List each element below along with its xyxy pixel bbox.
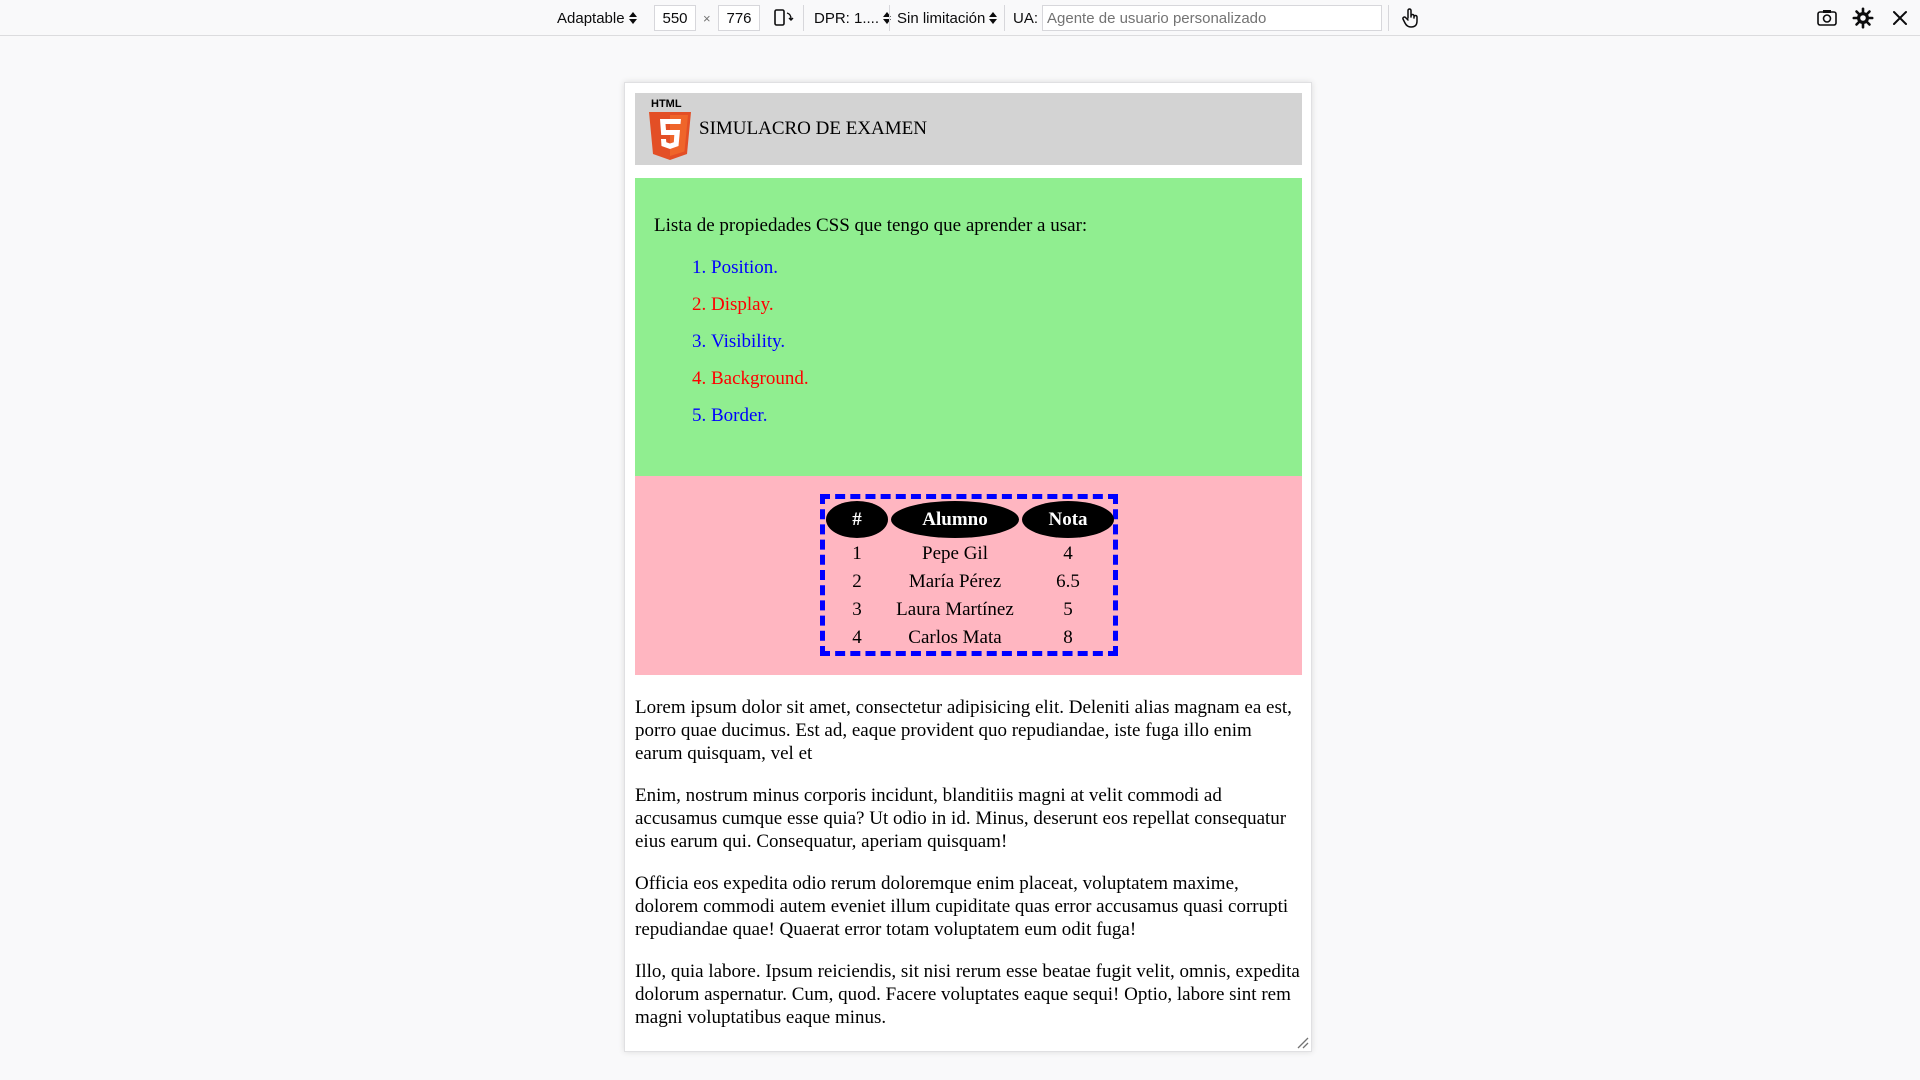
table-header-grade: Nota — [1022, 501, 1114, 538]
paragraph: Illo, quia labore. Ipsum reiciendis, sit… — [635, 961, 1300, 1028]
page-header: HTML SIMULACRO DE EXAMEN — [635, 93, 1302, 165]
list-item: Visibility. — [711, 332, 1302, 369]
touch-icon — [1402, 8, 1418, 28]
list-item: Display. — [711, 295, 1302, 332]
table-cell: 3 — [852, 599, 862, 620]
close-responsive-button[interactable] — [1888, 6, 1912, 30]
resize-handle-icon[interactable] — [1295, 1035, 1309, 1049]
ua-label: UA: — [1013, 9, 1039, 27]
viewport-width-input[interactable] — [654, 5, 696, 31]
list-intro: Lista de propiedades CSS que tengo que a… — [654, 215, 1088, 236]
throttling-selector-label: Sin limitación — [897, 9, 986, 27]
paragraph: Lorem ipsum dolor sit amet, consectetur … — [635, 697, 1292, 764]
updown-icon — [989, 12, 998, 24]
viewport-height-input[interactable] — [718, 5, 760, 31]
settings-icon — [1852, 7, 1874, 29]
page-content: HTML SIMULACRO DE EXAMEN Lista de propie… — [635, 93, 1302, 1029]
table-header-number: # — [826, 501, 888, 538]
table-cell: Pepe Gil — [922, 543, 988, 564]
throttling-selector[interactable]: Sin limitación — [897, 0, 998, 36]
device-selector-label: Adaptable — [557, 9, 625, 27]
table-cell: 1 — [852, 543, 862, 564]
students-section: # Alumno Nota 1 Pepe Gil 4 2 María Pérez… — [635, 476, 1302, 675]
screenshot-icon — [1817, 10, 1837, 26]
dpr-selector[interactable]: DPR: 1.... — [814, 0, 892, 36]
table-cell: 6.5 — [1056, 571, 1080, 592]
logo-text: HTML — [651, 98, 682, 110]
screenshot-button[interactable] — [1815, 6, 1839, 30]
table-cell: Carlos Mata — [908, 627, 1002, 648]
table-cell: 2 — [852, 571, 862, 592]
device-selector[interactable]: Adaptable — [557, 0, 637, 36]
paragraph: Officia eos expedita odio rerum doloremq… — [635, 873, 1289, 940]
dimension-separator: × — [703, 10, 711, 26]
rotate-viewport-button[interactable] — [771, 6, 795, 30]
user-agent-input[interactable] — [1042, 5, 1383, 31]
students-table: # Alumno Nota 1 Pepe Gil 4 2 María Pérez… — [820, 494, 1118, 656]
html5-logo: HTML — [649, 98, 691, 160]
responsive-toolbar: Adaptable × DPR: 1.... Sin limitación UA… — [0, 0, 1920, 36]
updown-icon — [628, 12, 637, 24]
list-item: Position. — [711, 258, 1302, 295]
table-cell: 5 — [1063, 599, 1073, 620]
paragraph: Enim, nostrum minus corporis incidunt, b… — [635, 785, 1287, 852]
css-properties-section: Lista de propiedades CSS que tengo que a… — [635, 178, 1302, 476]
table-cell: 8 — [1063, 627, 1073, 648]
table-cell: Laura Martínez — [896, 599, 1014, 620]
table-cell: 4 — [852, 627, 862, 648]
touch-simulation-button[interactable] — [1399, 6, 1423, 30]
table-cell: María Pérez — [908, 571, 1002, 592]
css-properties-list: Position. Display. Visibility. Backgroun… — [654, 258, 1302, 443]
list-item: Border. — [711, 406, 1302, 443]
dpr-selector-label: DPR: 1.... — [814, 9, 880, 27]
table-cell: 4 — [1063, 543, 1073, 564]
list-item: Background. — [711, 369, 1302, 406]
settings-button[interactable] — [1851, 6, 1875, 30]
device-viewport: HTML SIMULACRO DE EXAMEN Lista de propie… — [624, 82, 1312, 1052]
page-title: SIMULACRO DE EXAMEN — [699, 118, 927, 139]
close-icon — [1893, 11, 1907, 25]
rotate-icon — [774, 9, 794, 26]
table-header-student: Alumno — [891, 501, 1019, 538]
